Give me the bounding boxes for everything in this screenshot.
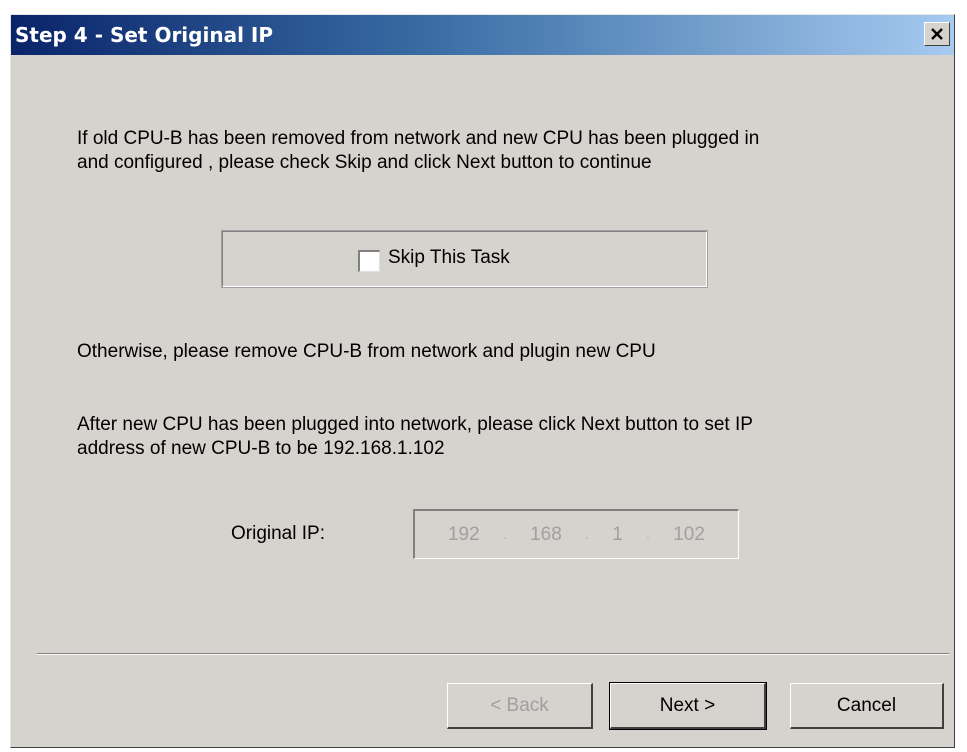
ip-octet-2: 168	[530, 523, 562, 545]
original-ip-field[interactable]: 192 . 168 . 1 . 102	[413, 509, 739, 559]
ip-dot-separator: .	[502, 525, 508, 543]
ip-dot-separator: .	[584, 525, 590, 543]
ip-dot-separator: .	[645, 525, 651, 543]
intro-text-line2: and configured , please check Skip and c…	[77, 152, 652, 173]
intro-text-line1: If old CPU-B has been removed from netwo…	[77, 128, 760, 149]
title-bar: Step 4 - Set Original IP	[11, 15, 954, 55]
close-button[interactable]	[924, 22, 950, 46]
back-button[interactable]: < Back	[447, 683, 593, 729]
otherwise-text: Otherwise, please remove CPU-B from netw…	[77, 341, 656, 362]
wizard-dialog: Step 4 - Set Original IP If old CPU-B ha…	[10, 14, 955, 748]
close-icon	[931, 28, 943, 40]
after-text-line1: After new CPU has been plugged into netw…	[77, 414, 753, 435]
skip-task-label[interactable]: Skip This Task	[388, 247, 510, 269]
ip-octet-4: 102	[673, 523, 705, 545]
ip-octet-3: 1	[612, 523, 623, 545]
ip-octet-1: 192	[447, 523, 480, 545]
dialog-title: Step 4 - Set Original IP	[15, 23, 273, 47]
skip-task-group: Skip This Task	[221, 230, 708, 288]
after-text-line2: address of new CPU-B to be 192.168.1.102	[77, 438, 445, 459]
cancel-button[interactable]: Cancel	[790, 683, 944, 729]
button-separator	[37, 653, 949, 655]
original-ip-label: Original IP:	[231, 523, 325, 544]
next-button[interactable]: Next >	[609, 682, 767, 730]
skip-task-checkbox[interactable]	[358, 250, 380, 272]
